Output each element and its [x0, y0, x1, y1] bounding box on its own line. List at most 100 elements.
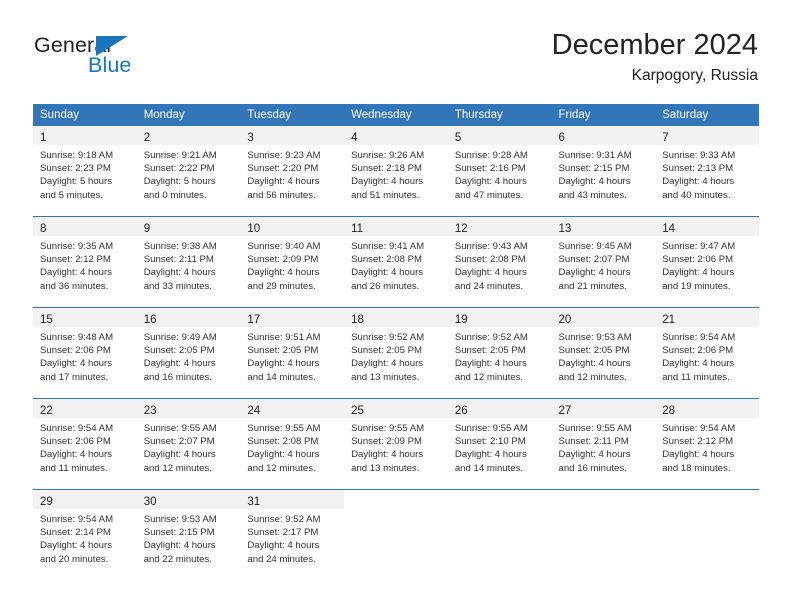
day-number-band: 28 [655, 399, 759, 418]
calendar-page: General Blue December 2024 Karpogory, Ru… [0, 0, 792, 612]
day-cell-content [552, 490, 656, 580]
day-cell-content: 26 Sunrise: 9:55 AM Sunset: 2:10 PM Dayligh… [447, 399, 552, 489]
daylight-text-line1: Daylight: 4 hours [143, 358, 216, 370]
day-info: Sunrise: 9:43 AM Sunset: 2:08 PM Daylight:… [448, 236, 552, 293]
day-number-band: 15 [33, 308, 137, 327]
calendar-day-cell[interactable]: 23 Sunrise: 9:55 AM Sunset: 2:07 PM Dayligh… [136, 398, 241, 490]
sunrise-text: Sunrise: 9:38 AM [143, 241, 217, 252]
sunrise-text: Sunrise: 9:26 AM [351, 150, 425, 161]
day-cell-content: 22 Sunrise: 9:54 AM Sunset: 2:06 PM Dayligh… [33, 399, 137, 489]
calendar-day-cell[interactable]: 1 Sunrise: 9:18 AM Sunset: 2:23 PM Daylight… [33, 126, 137, 217]
daylight-text-line1: Daylight: 4 hours [247, 267, 320, 279]
day-number-band: 12 [447, 217, 552, 236]
day-cell-content: 20 Sunrise: 9:53 AM Sunset: 2:05 PM Dayligh… [551, 308, 656, 398]
daylight-text-line2: and 33 minutes. [143, 280, 212, 292]
day-number: 24 [247, 405, 261, 417]
sunset-text: Sunset: 2:06 PM [40, 436, 111, 448]
calendar-day-cell[interactable]: 2 Sunrise: 9:21 AM Sunset: 2:22 PM Daylight… [136, 126, 241, 217]
calendar-day-cell[interactable]: 10 Sunrise: 9:40 AM Sunset: 2:09 PM Dayligh… [240, 216, 345, 308]
sunset-text: Sunset: 2:08 PM [247, 436, 319, 448]
calendar-day-cell[interactable]: 21 Sunrise: 9:54 AM Sunset: 2:06 PM Dayligh… [655, 307, 759, 399]
day-number-band: 4 [344, 126, 448, 145]
calendar-day-cell[interactable]: 11 Sunrise: 9:41 AM Sunset: 2:08 PM Dayligh… [344, 216, 448, 308]
calendar-day-cell[interactable]: 28 Sunrise: 9:54 AM Sunset: 2:12 PM Dayligh… [655, 398, 759, 490]
calendar-header-row: Sunday Monday Tuesday Wednesday Thursday… [33, 104, 759, 126]
location-subtitle: Karpogory, Russia [631, 67, 758, 84]
calendar-day-cell[interactable]: 18 Sunrise: 9:52 AM Sunset: 2:05 PM Dayligh… [344, 307, 448, 399]
calendar-day-cell[interactable]: 4 Sunrise: 9:26 AM Sunset: 2:18 PM Daylight… [344, 126, 448, 217]
sunset-text: Sunset: 2:10 PM [454, 436, 526, 448]
page-header: General Blue December 2024 Karpogory, Ru… [0, 0, 792, 84]
calendar-day-cell[interactable]: 14 Sunrise: 9:47 AM Sunset: 2:06 PM Dayligh… [655, 216, 759, 308]
calendar-day-cell[interactable]: 22 Sunrise: 9:54 AM Sunset: 2:06 PM Dayligh… [33, 398, 137, 490]
daylight-text-line1: Daylight: 4 hours [662, 176, 735, 188]
daylight-text-line1: Daylight: 4 hours [351, 176, 424, 188]
general-blue-logo[interactable]: General Blue [34, 33, 214, 79]
sunset-text: Sunset: 2:14 PM [40, 527, 111, 539]
sunrise-text: Sunrise: 9:49 AM [143, 332, 217, 343]
calendar-day-cell[interactable]: 30 Sunrise: 9:53 AM Sunset: 2:15 PM Dayligh… [136, 489, 241, 580]
page-title: December 2024 [551, 29, 758, 61]
day-number-band: 20 [551, 308, 656, 327]
calendar-day-cell[interactable]: 24 Sunrise: 9:55 AM Sunset: 2:08 PM Dayligh… [240, 398, 345, 490]
day-number: 25 [351, 405, 364, 417]
calendar-week-row: 22 Sunrise: 9:54 AM Sunset: 2:06 PM Dayligh… [33, 398, 759, 490]
day-cell-content: 16 Sunrise: 9:49 AM Sunset: 2:05 PM Dayligh… [136, 308, 241, 398]
daylight-text-line1: Daylight: 4 hours [351, 358, 424, 370]
calendar-day-cell[interactable]: 6 Sunrise: 9:31 AM Sunset: 2:15 PM Daylight… [551, 126, 656, 217]
sunrise-text: Sunrise: 9:54 AM [40, 423, 114, 434]
weekday-header-thursday: Thursday [447, 104, 552, 126]
calendar-day-cell[interactable]: 29 Sunrise: 9:54 AM Sunset: 2:14 PM Dayligh… [33, 489, 137, 580]
daylight-text-line1: Daylight: 4 hours [247, 176, 320, 188]
calendar-day-cell [551, 489, 656, 580]
calendar-day-cell[interactable]: 5 Sunrise: 9:28 AM Sunset: 2:16 PM Daylight… [447, 126, 552, 217]
day-cell-content: 19 Sunrise: 9:52 AM Sunset: 2:05 PM Dayligh… [447, 308, 552, 398]
day-info: Sunrise: 9:55 AM Sunset: 2:08 PM Daylight:… [240, 418, 344, 475]
calendar-day-cell[interactable]: 20 Sunrise: 9:53 AM Sunset: 2:05 PM Dayligh… [551, 307, 656, 399]
day-number-band: 1 [33, 126, 137, 145]
day-cell-content: 30 Sunrise: 9:53 AM Sunset: 2:15 PM Dayligh… [136, 490, 241, 580]
daylight-text-line1: Daylight: 4 hours [40, 267, 112, 279]
calendar-day-cell[interactable]: 15 Sunrise: 9:48 AM Sunset: 2:06 PM Dayligh… [33, 307, 137, 399]
calendar-day-cell[interactable]: 16 Sunrise: 9:49 AM Sunset: 2:05 PM Dayligh… [136, 307, 241, 399]
daylight-text-line1: Daylight: 4 hours [662, 449, 735, 461]
day-info: Sunrise: 9:54 AM Sunset: 2:12 PM Daylight:… [655, 418, 759, 475]
calendar-day-cell[interactable]: 17 Sunrise: 9:51 AM Sunset: 2:05 PM Dayligh… [240, 307, 345, 399]
daylight-text-line2: and 22 minutes. [143, 553, 212, 565]
day-number-band: 18 [344, 308, 448, 327]
calendar-day-cell[interactable]: 19 Sunrise: 9:52 AM Sunset: 2:05 PM Dayligh… [447, 307, 552, 399]
day-cell-content: 10 Sunrise: 9:40 AM Sunset: 2:09 PM Dayligh… [240, 217, 345, 307]
calendar-day-cell[interactable]: 25 Sunrise: 9:55 AM Sunset: 2:09 PM Dayligh… [344, 398, 448, 490]
calendar-day-cell[interactable]: 12 Sunrise: 9:43 AM Sunset: 2:08 PM Dayligh… [447, 216, 552, 308]
sunrise-text: Sunrise: 9:55 AM [351, 423, 425, 434]
sunset-text: Sunset: 2:05 PM [247, 345, 319, 357]
calendar-day-cell[interactable]: 3 Sunrise: 9:23 AM Sunset: 2:20 PM Daylight… [240, 126, 345, 217]
day-number: 9 [143, 223, 151, 235]
calendar-day-cell[interactable]: 13 Sunrise: 9:45 AM Sunset: 2:07 PM Dayligh… [551, 216, 656, 308]
calendar-day-cell[interactable]: 7 Sunrise: 9:33 AM Sunset: 2:13 PM Daylight… [655, 126, 759, 217]
day-cell-content: 23 Sunrise: 9:55 AM Sunset: 2:07 PM Dayligh… [136, 399, 241, 489]
calendar-day-cell[interactable]: 9 Sunrise: 9:38 AM Sunset: 2:11 PM Daylight… [136, 216, 241, 308]
day-number-band: 11 [344, 217, 448, 236]
day-cell-content: 2 Sunrise: 9:21 AM Sunset: 2:22 PM Daylight… [136, 126, 241, 216]
calendar-day-cell[interactable]: 8 Sunrise: 9:35 AM Sunset: 2:12 PM Daylight… [33, 216, 137, 308]
day-cell-content [448, 490, 552, 580]
day-cell-content: 13 Sunrise: 9:45 AM Sunset: 2:07 PM Dayligh… [551, 217, 656, 307]
sunrise-text: Sunrise: 9:35 AM [40, 241, 114, 252]
day-info: Sunrise: 9:52 AM Sunset: 2:17 PM Daylight:… [240, 509, 344, 566]
sunrise-text: Sunrise: 9:40 AM [247, 241, 321, 252]
sunrise-text: Sunrise: 9:23 AM [247, 150, 321, 161]
daylight-text-line1: Daylight: 4 hours [558, 176, 631, 188]
calendar-day-cell[interactable]: 31 Sunrise: 9:52 AM Sunset: 2:17 PM Dayligh… [240, 489, 345, 580]
day-number: 4 [351, 132, 358, 144]
calendar-day-cell[interactable]: 26 Sunrise: 9:55 AM Sunset: 2:10 PM Dayligh… [447, 398, 552, 490]
daylight-text-line2: and 16 minutes. [558, 462, 627, 474]
daylight-text-line1: Daylight: 4 hours [454, 449, 527, 461]
daylight-text-line2: and 17 minutes. [40, 371, 109, 383]
daylight-text-line2: and 19 minutes. [662, 280, 731, 292]
daylight-text-line1: Daylight: 4 hours [662, 358, 735, 370]
calendar-day-cell[interactable]: 27 Sunrise: 9:55 AM Sunset: 2:11 PM Dayligh… [551, 398, 656, 490]
daylight-text-line1: Daylight: 4 hours [351, 449, 424, 461]
day-number: 28 [662, 405, 676, 417]
daylight-text-line2: and 24 minutes. [247, 553, 316, 565]
